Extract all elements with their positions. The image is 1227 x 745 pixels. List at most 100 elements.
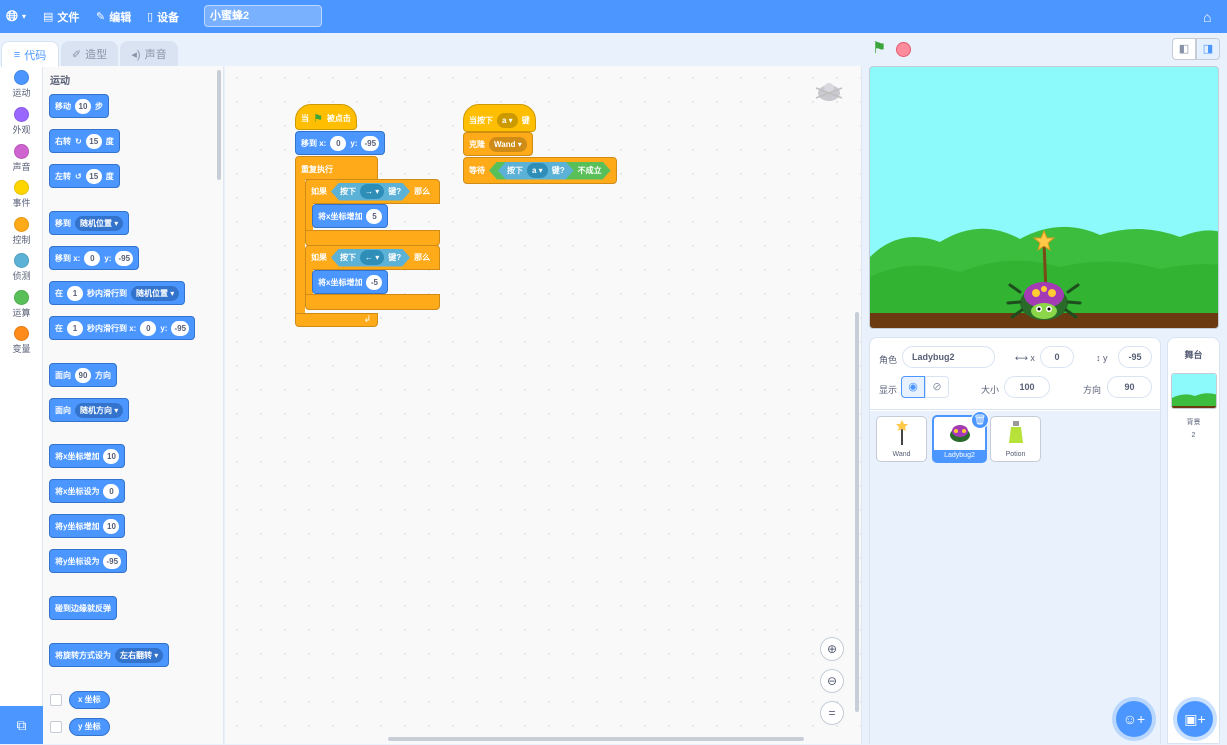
clone-dropdown[interactable]: Wand ▾ bbox=[489, 136, 527, 152]
block-number-input[interactable]: 10 bbox=[103, 518, 120, 534]
key-dropdown[interactable]: → ▾ bbox=[360, 184, 384, 199]
block-number-input[interactable]: -95 bbox=[115, 250, 134, 266]
sprite-tile-wand[interactable]: Wand bbox=[876, 416, 927, 462]
category-events[interactable]: 事件 bbox=[0, 180, 43, 209]
block-change-x[interactable]: 将x坐标增加 10 bbox=[49, 444, 126, 468]
key-dropdown[interactable]: a ▾ bbox=[527, 163, 548, 178]
zoom-in-button[interactable]: ⊕ bbox=[820, 637, 844, 661]
show-visible-button[interactable]: ◉ bbox=[901, 376, 925, 398]
language-menu[interactable]: 🌐︎ ▾ bbox=[6, 0, 26, 33]
block-dropdown[interactable]: 随机方向 ▾ bbox=[75, 402, 124, 418]
sensing-key-pressed[interactable]: 按下 → ▾ 键? bbox=[331, 183, 410, 201]
block-rotation-style[interactable]: 将旋转方式设为 左右翻转 ▾ bbox=[49, 643, 170, 667]
block-number-input[interactable]: -5 bbox=[366, 274, 383, 290]
block-number-input[interactable]: 90 bbox=[75, 367, 91, 383]
backdrop-thumbnail[interactable] bbox=[1170, 373, 1217, 409]
block-set-x[interactable]: 将x坐标设为 0 bbox=[49, 479, 126, 503]
block-number-input[interactable]: 0 bbox=[103, 483, 120, 499]
stop-button[interactable] bbox=[896, 42, 911, 57]
category-variables[interactable]: 变量 bbox=[0, 326, 43, 355]
add-extension-button[interactable]: ⧉ bbox=[0, 706, 43, 744]
project-title-input[interactable]: 小蜜蜂2 bbox=[204, 5, 322, 27]
block-number-input[interactable]: 10 bbox=[75, 98, 91, 114]
block-change-x[interactable]: 将x坐标增加 5 bbox=[312, 204, 389, 228]
zoom-out-button[interactable]: ⊖ bbox=[820, 669, 844, 693]
reporter-x-position[interactable]: x 坐标 bbox=[69, 691, 110, 709]
block-turn-right[interactable]: 右转 ↻ 15 度 bbox=[49, 129, 120, 153]
category-sound[interactable]: 声音 bbox=[0, 144, 43, 173]
block-glide-to[interactable]: 在 1 秒内滑行到 随机位置 ▾ bbox=[49, 281, 186, 305]
block-move-steps[interactable]: 移动 10 步 bbox=[49, 94, 109, 118]
edit-menu[interactable]: ✎ 编辑 bbox=[96, 0, 131, 33]
tab-costumes[interactable]: ✐ 造型 bbox=[61, 41, 118, 66]
zoom-reset-button[interactable]: = bbox=[820, 701, 844, 725]
category-operators[interactable]: 运算 bbox=[0, 290, 43, 319]
block-number-input[interactable]: -95 bbox=[171, 320, 190, 336]
add-sprite-button[interactable]: ☺+ bbox=[1116, 701, 1152, 737]
block-number-input[interactable]: 0 bbox=[84, 250, 101, 266]
category-motion[interactable]: 运动 bbox=[0, 70, 43, 99]
direction-input[interactable]: 90 bbox=[1107, 376, 1152, 398]
size-input[interactable]: 100 bbox=[1004, 376, 1050, 398]
block-dropdown[interactable]: 左右翻转 ▾ bbox=[115, 647, 164, 663]
small-stage-button[interactable]: ◧ bbox=[1172, 38, 1196, 60]
key-dropdown[interactable]: a ▾ bbox=[497, 112, 518, 128]
sprite-name-input[interactable]: Ladybug2 bbox=[902, 346, 995, 368]
file-menu[interactable]: ▤ 文件 bbox=[43, 0, 79, 33]
green-flag-button[interactable]: ⚑ bbox=[872, 40, 890, 58]
x-input[interactable]: 0 bbox=[1040, 346, 1074, 368]
sensing-key-pressed[interactable]: 按下 ← ▾ 键? bbox=[331, 249, 410, 267]
block-glide-xy[interactable]: 在 1 秒内滑行到 x: 0 y: -95 bbox=[49, 316, 196, 340]
tab-code[interactable]: ≡ 代码 bbox=[1, 41, 59, 67]
sprite-tile-potion[interactable]: Potion bbox=[990, 416, 1041, 462]
block-number-input[interactable]: 1 bbox=[67, 320, 83, 336]
block-set-y[interactable]: 将y坐标设为 -95 bbox=[49, 549, 128, 573]
workspace-horizontal-scrollbar[interactable] bbox=[388, 737, 804, 741]
block-number-input[interactable]: 5 bbox=[366, 208, 383, 224]
device-menu[interactable]: ▯ 设备 bbox=[147, 0, 179, 33]
category-control[interactable]: 控制 bbox=[0, 217, 43, 246]
block-number-input[interactable]: 15 bbox=[85, 168, 102, 184]
workspace-vertical-scrollbar[interactable] bbox=[855, 312, 859, 712]
operator-not[interactable]: 按下 a ▾ 键? 不成立 bbox=[489, 162, 611, 180]
large-stage-button[interactable]: ◨ bbox=[1196, 38, 1220, 60]
y-position-checkbox[interactable] bbox=[50, 721, 62, 733]
block-bounce[interactable]: 碰到边缘就反弹 bbox=[49, 596, 117, 620]
stage-selector[interactable]: 舞台 背景 2 bbox=[1167, 337, 1220, 744]
show-hidden-button[interactable]: ⊘ bbox=[925, 376, 949, 398]
home-icon[interactable]: ⌂ bbox=[1203, 0, 1211, 33]
block-point-direction[interactable]: 面向 90 方向 bbox=[49, 363, 117, 387]
block-number-input[interactable]: 10 bbox=[103, 448, 120, 464]
sensing-key-pressed[interactable]: 按下 a ▾ 键? bbox=[498, 162, 574, 180]
block-turn-left[interactable]: 左转 ↺ 15 度 bbox=[49, 164, 120, 188]
block-number-input[interactable]: 0 bbox=[140, 320, 157, 336]
tab-sounds[interactable]: ◂) 声音 bbox=[120, 41, 178, 66]
block-dropdown[interactable]: 随机位置 ▾ bbox=[131, 285, 180, 301]
category-sensing[interactable]: 侦测 bbox=[0, 253, 43, 282]
stage-canvas[interactable] bbox=[869, 66, 1219, 329]
y-input[interactable]: -95 bbox=[1118, 346, 1152, 368]
block-number-input[interactable]: 15 bbox=[85, 133, 102, 149]
block-dropdown[interactable]: 随机位置 ▾ bbox=[75, 215, 124, 231]
block-wait-until[interactable]: 等待 按下 a ▾ 键? 不成立 bbox=[463, 157, 617, 184]
block-goto[interactable]: 移到 随机位置 ▾ bbox=[49, 211, 130, 235]
reporter-y-position[interactable]: y 坐标 bbox=[69, 718, 110, 736]
block-create-clone[interactable]: 克隆 Wand ▾ bbox=[463, 132, 533, 156]
block-point-towards[interactable]: 面向 随机方向 ▾ bbox=[49, 398, 130, 422]
key-dropdown[interactable]: ← ▾ bbox=[360, 250, 384, 265]
block-when-key-pressed[interactable]: 当按下 a ▾ 键 bbox=[463, 104, 536, 132]
delete-sprite-button[interactable]: 🗑︎ bbox=[971, 411, 989, 429]
block-when-flag-clicked[interactable]: 当 ⚑ 被点击 bbox=[295, 104, 357, 130]
x-position-checkbox[interactable] bbox=[50, 694, 62, 706]
block-change-y[interactable]: 将y坐标增加 10 bbox=[49, 514, 126, 538]
block-goto-xy[interactable]: 移到 x: 0 y: -95 bbox=[49, 246, 140, 270]
block-number-input[interactable]: 0 bbox=[330, 135, 347, 151]
block-change-x[interactable]: 将x坐标增加 -5 bbox=[312, 270, 389, 294]
block-number-input[interactable]: 1 bbox=[67, 285, 83, 301]
palette-scrollbar[interactable] bbox=[217, 70, 221, 180]
block-number-input[interactable]: -95 bbox=[361, 135, 380, 151]
block-number-input[interactable]: -95 bbox=[103, 553, 122, 569]
block-goto-xy[interactable]: 移到 x: 0 y: -95 bbox=[295, 131, 386, 155]
category-looks[interactable]: 外观 bbox=[0, 107, 43, 136]
add-backdrop-button[interactable]: ▣+ bbox=[1177, 701, 1213, 737]
